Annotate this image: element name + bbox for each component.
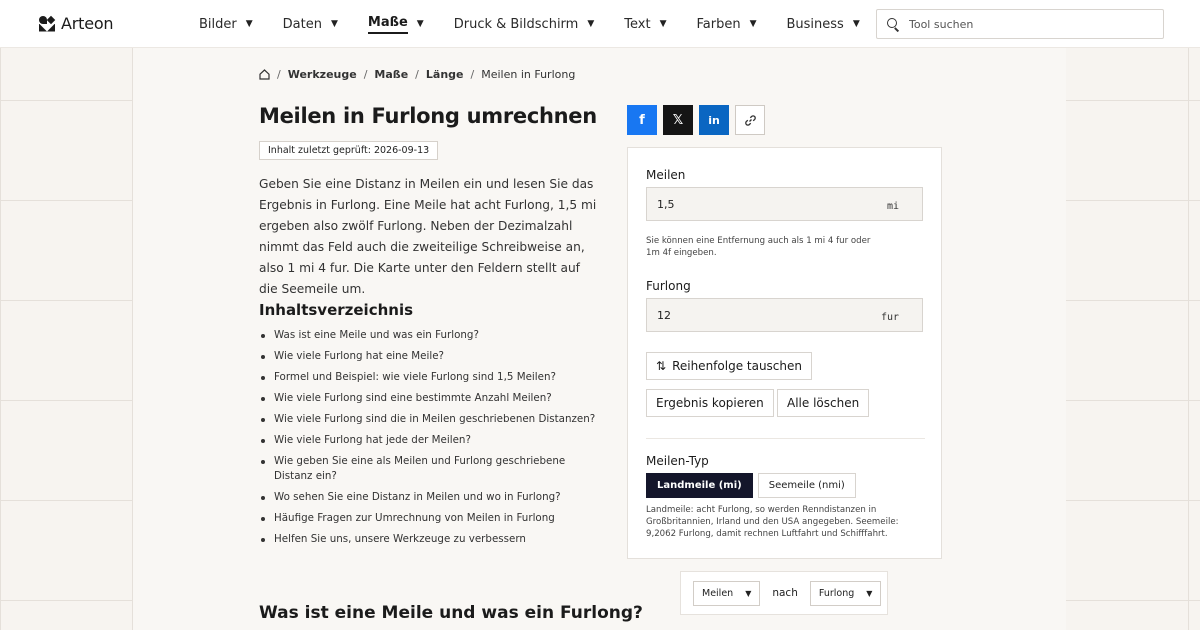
- breadcrumb-masse[interactable]: Maße: [374, 68, 408, 81]
- miles-input[interactable]: [657, 197, 857, 211]
- swap-order-label: Reihenfolge tauschen: [672, 359, 802, 373]
- nav-item-label: Farben: [696, 16, 741, 32]
- to-unit-value: Furlong: [818, 587, 855, 599]
- search-input[interactable]: [909, 17, 1139, 31]
- main-nav: Bilder ▼ Daten ▼ Maße ▼ Druck & Bildschi…: [199, 0, 890, 48]
- swap-arrows-icon: ⇅: [656, 359, 667, 373]
- search-icon: [887, 18, 899, 30]
- breadcrumb-separator: /: [470, 68, 475, 81]
- toc-link[interactable]: Wie geben Sie eine als Meilen und Furlon…: [259, 454, 599, 484]
- breadcrumb-laenge[interactable]: Länge: [426, 68, 464, 81]
- nav-item-druck-bildschirm[interactable]: Druck & Bildschirm ▼: [454, 0, 595, 48]
- unit-connector: nach: [772, 587, 798, 599]
- card-divider: [646, 438, 925, 439]
- caret-down-icon: ▼: [330, 19, 338, 29]
- toc-link[interactable]: Wie viele Furlong hat eine Meile?: [259, 349, 599, 364]
- toc-link[interactable]: Formel und Beispiel: wie viele Furlong s…: [259, 370, 599, 385]
- brand-logo[interactable]: Arteon: [39, 14, 114, 33]
- nav-item-label: Daten: [282, 16, 322, 32]
- share-facebook-button[interactable]: f: [627, 105, 657, 135]
- top-navigation-bar: Arteon Bilder ▼ Daten ▼ Maße ▼ Druck & B…: [0, 0, 1200, 48]
- miles-field[interactable]: mi: [646, 187, 923, 221]
- toc-title: Inhaltsverzeichnis: [259, 301, 414, 319]
- section-heading: Was ist eine Meile und was ein Furlong?: [259, 603, 643, 623]
- clear-all-label: Alle löschen: [787, 396, 860, 410]
- mile-type-label: Meilen-Typ: [646, 454, 709, 468]
- search-box[interactable]: [876, 9, 1164, 39]
- breadcrumb-separator: /: [363, 68, 368, 81]
- copy-result-button[interactable]: Ergebnis kopieren: [646, 389, 774, 417]
- furlong-field[interactable]: fur: [646, 298, 923, 332]
- nav-item-business[interactable]: Business ▼: [787, 0, 860, 48]
- link-icon: [744, 114, 756, 126]
- table-of-contents: Was ist eine Meile und was ein Furlong? …: [259, 328, 599, 553]
- unit-pair-selector: Meilen ▼ nach Furlong ▼: [680, 571, 888, 615]
- input-hint: Sie können eine Entfernung auch als 1 mi…: [646, 236, 871, 258]
- breadcrumb-werkzeuge[interactable]: Werkzeuge: [288, 68, 357, 81]
- caret-down-icon: ▼: [749, 19, 757, 29]
- mile-type-nautical[interactable]: Seemeile (nmi): [757, 473, 856, 498]
- from-unit-select[interactable]: Meilen ▼: [693, 580, 761, 606]
- miles-unit: mi: [886, 201, 899, 212]
- to-unit-select[interactable]: Furlong ▼: [809, 580, 882, 606]
- furlong-unit: fur: [880, 312, 899, 323]
- nav-item-label: Druck & Bildschirm: [453, 16, 579, 32]
- home-icon[interactable]: [259, 69, 270, 80]
- review-date-badge: Inhalt zuletzt geprüft: 2026-09-13: [259, 141, 439, 160]
- from-unit-value: Meilen: [702, 587, 734, 599]
- toc-link[interactable]: Wie viele Furlong sind eine bestimmte An…: [259, 391, 599, 406]
- copy-link-button[interactable]: [735, 105, 765, 135]
- furlong-input[interactable]: [657, 308, 857, 322]
- breadcrumb-separator: /: [277, 68, 281, 81]
- caret-down-icon: ▼: [866, 588, 873, 598]
- intro-text: Geben Sie eine Distanz in Meilen ein und…: [259, 177, 597, 296]
- mile-type-statute[interactable]: Landmeile (mi): [646, 473, 753, 498]
- toc-link[interactable]: Helfen Sie uns, unsere Werkzeuge zu verb…: [259, 532, 599, 547]
- caret-down-icon: ▼: [587, 19, 595, 29]
- nav-item-label: Maße: [367, 15, 408, 34]
- copy-result-label: Ergebnis kopieren: [656, 396, 764, 410]
- caret-down-icon: ▼: [745, 588, 752, 598]
- page-title: Meilen in Furlong umrechnen: [259, 104, 597, 128]
- nav-item-label: Bilder: [199, 16, 237, 32]
- converter-card: Meilen mi Sie können eine Entfernung auc…: [627, 147, 942, 559]
- logo-icon: [39, 15, 56, 32]
- clear-all-button[interactable]: Alle löschen: [777, 389, 870, 417]
- linkedin-icon: in: [708, 113, 720, 127]
- share-buttons: f 𝕏 in: [627, 105, 765, 135]
- furlong-field-label: Furlong: [646, 279, 691, 293]
- caret-down-icon: ▼: [245, 19, 253, 29]
- nav-item-farben[interactable]: Farben ▼: [696, 0, 756, 48]
- nav-item-daten[interactable]: Daten ▼: [283, 0, 338, 48]
- nav-item-masse[interactable]: Maße ▼: [367, 0, 424, 48]
- mile-type-note: Landmeile: acht Furlong, so werden Rennd…: [646, 505, 899, 539]
- brand-name: Arteon: [61, 14, 114, 33]
- breadcrumb-separator: /: [415, 68, 419, 81]
- x-icon: 𝕏: [672, 112, 684, 128]
- caret-down-icon: ▼: [416, 19, 424, 29]
- facebook-icon: f: [639, 112, 645, 128]
- toc-link[interactable]: Wie viele Furlong hat jede der Meilen?: [259, 433, 599, 448]
- toc-link[interactable]: Häufige Fragen zur Umrechnung von Meilen…: [259, 511, 599, 526]
- toc-link[interactable]: Was ist eine Meile und was ein Furlong?: [259, 328, 599, 343]
- breadcrumb: / Werkzeuge / Maße / Länge / Meilen in F…: [259, 68, 575, 81]
- breadcrumb-current: Meilen in Furlong: [481, 68, 576, 81]
- share-linkedin-button[interactable]: in: [699, 105, 729, 135]
- nav-item-text[interactable]: Text ▼: [624, 0, 666, 48]
- toc-link[interactable]: Wo sehen Sie eine Distanz in Meilen und …: [259, 490, 599, 505]
- miles-field-label: Meilen: [646, 168, 686, 182]
- nav-item-bilder[interactable]: Bilder ▼: [199, 0, 253, 48]
- mile-type-selector: Landmeile (mi) Seemeile (nmi): [646, 473, 856, 498]
- share-x-button[interactable]: 𝕏: [663, 105, 693, 135]
- toc-link[interactable]: Wie viele Furlong sind die in Meilen ges…: [259, 412, 599, 427]
- swap-order-button[interactable]: ⇅ Reihenfolge tauschen: [646, 352, 812, 380]
- caret-down-icon: ▼: [659, 19, 667, 29]
- caret-down-icon: ▼: [852, 19, 860, 29]
- nav-item-label: Business: [786, 16, 844, 32]
- nav-item-label: Text: [624, 16, 651, 32]
